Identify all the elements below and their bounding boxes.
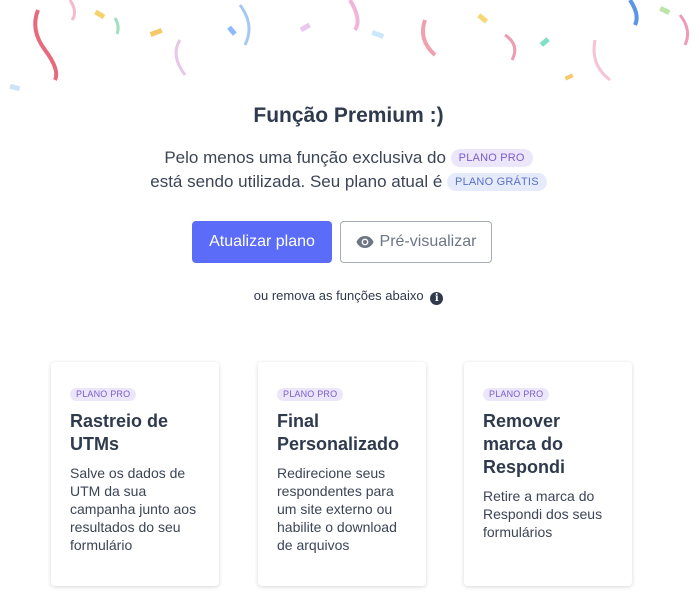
preview-button[interactable]: Pré-visualizar xyxy=(340,221,492,263)
feature-title: Rastreio de UTMs xyxy=(70,411,169,454)
feature-description: Salve os dados de UTM da sua campanha ju… xyxy=(70,465,197,553)
upgrade-plan-button[interactable]: Atualizar plano xyxy=(192,221,332,263)
confetti-decoration xyxy=(9,0,690,92)
plan-pro-badge: PLANO PRO xyxy=(450,149,533,167)
feature-badge: PLANO PRO xyxy=(483,388,550,401)
info-icon[interactable]: i xyxy=(430,292,444,305)
feature-badge: PLANO PRO xyxy=(277,388,344,401)
feature-card-custom-ending: PLANO PRO Final Personalizado Redirecion… xyxy=(258,362,426,586)
plan-free-badge: PLANO GRÁTIS xyxy=(447,173,547,191)
feature-description: Redirecione seus respondentes para um si… xyxy=(277,465,397,553)
description-text-1: Pelo menos uma função exclusiva do xyxy=(164,148,446,167)
feature-title: Final Personalizado xyxy=(277,411,400,454)
eye-icon xyxy=(356,236,374,248)
description-line-2: está sendo utilizada. Seu plano atual é … xyxy=(0,170,697,194)
description-text-2: está sendo utilizada. Seu plano atual é xyxy=(150,172,443,191)
feature-badge: PLANO PRO xyxy=(70,388,137,401)
feature-title: Remover marca do Respondi xyxy=(483,411,566,477)
feature-description: Retire a marca do Respondi dos seus form… xyxy=(483,488,603,540)
remove-features-hint: ou remova as funções abaixo i xyxy=(0,288,697,305)
description-line-1: Pelo menos uma função exclusiva do PLANO… xyxy=(0,146,697,170)
remove-features-text: ou remova as funções abaixo xyxy=(253,288,424,303)
preview-label: Pré-visualizar xyxy=(379,233,477,250)
plan-description: Pelo menos uma função exclusiva do PLANO… xyxy=(0,146,697,194)
feature-card-utm: PLANO PRO Rastreio de UTMs Salve os dado… xyxy=(51,362,219,586)
page-title: Função Premium :) xyxy=(253,104,444,127)
feature-card-remove-branding: PLANO PRO Remover marca do Respondi Reti… xyxy=(464,362,632,586)
